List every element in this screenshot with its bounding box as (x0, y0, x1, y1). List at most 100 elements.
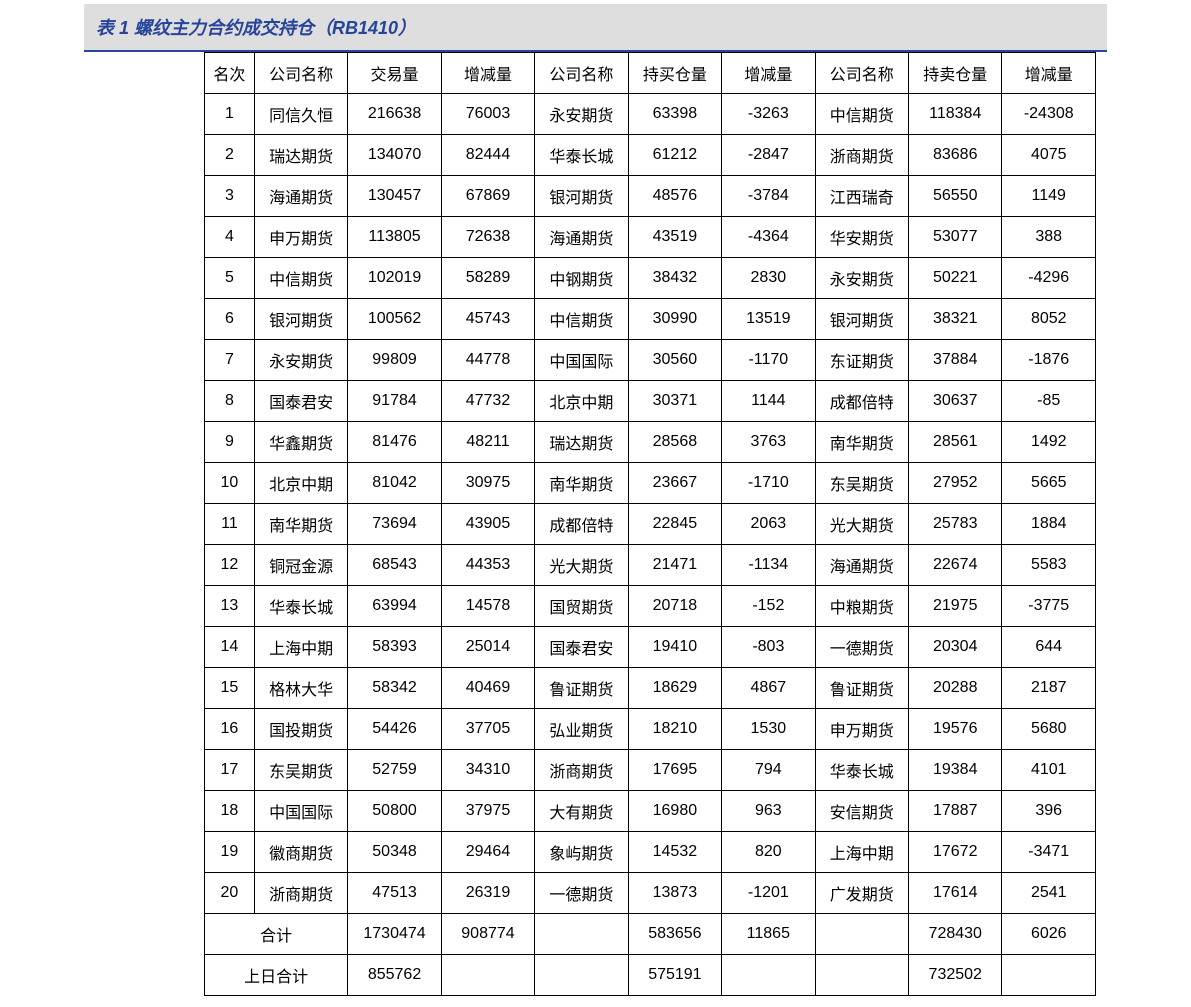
cell: 43519 (628, 217, 721, 258)
cell: 81476 (348, 422, 441, 463)
cell: 4867 (722, 668, 815, 709)
cell: 5665 (1002, 463, 1096, 504)
cell: 上海中期 (254, 627, 347, 668)
cell: 20718 (628, 586, 721, 627)
cell: 海通期货 (535, 217, 628, 258)
cell: 一德期货 (535, 873, 628, 914)
cell: 396 (1002, 791, 1096, 832)
cell: 8052 (1002, 299, 1096, 340)
cell: 17614 (909, 873, 1002, 914)
cell: 82444 (441, 135, 534, 176)
h-d2: 增减量 (722, 53, 815, 94)
cell: 8 (205, 381, 255, 422)
cell: 华泰长城 (535, 135, 628, 176)
cell: 东证期货 (815, 340, 908, 381)
cell: 银河期货 (254, 299, 347, 340)
cell: 南华期货 (815, 422, 908, 463)
cell: 100562 (348, 299, 441, 340)
cell: -3471 (1002, 832, 1096, 873)
table-row: 10北京中期8104230975南华期货23667-1710东吴期货279525… (205, 463, 1096, 504)
cell: 4075 (1002, 135, 1096, 176)
cell: 中信期货 (815, 94, 908, 135)
position-table: 名次 公司名称 交易量 增减量 公司名称 持买仓量 增减量 公司名称 持卖仓量 … (204, 52, 1096, 996)
cell: 同信久恒 (254, 94, 347, 135)
cell: 58393 (348, 627, 441, 668)
cell: 5680 (1002, 709, 1096, 750)
cell: 27952 (909, 463, 1002, 504)
cell: 弘业期货 (535, 709, 628, 750)
cell: 76003 (441, 94, 534, 135)
cell: 鲁证期货 (535, 668, 628, 709)
cell: 44778 (441, 340, 534, 381)
cell: 38321 (909, 299, 1002, 340)
total-d3: 6026 (1002, 914, 1096, 955)
prev-vol: 855762 (348, 955, 441, 996)
cell: 67869 (441, 176, 534, 217)
cell: 56550 (909, 176, 1002, 217)
cell: 鲁证期货 (815, 668, 908, 709)
cell: 永安期货 (535, 94, 628, 135)
cell: 5583 (1002, 545, 1096, 586)
cell: 37884 (909, 340, 1002, 381)
cell: 28561 (909, 422, 1002, 463)
cell: 东吴期货 (254, 750, 347, 791)
prev-row: 上日合计 855762 575191 732502 (205, 955, 1096, 996)
cell: -1710 (722, 463, 815, 504)
cell: 18 (205, 791, 255, 832)
cell: 118384 (909, 94, 1002, 135)
table-row: 12铜冠金源6854344353光大期货21471-1134海通期货226745… (205, 545, 1096, 586)
h-name2: 公司名称 (535, 53, 628, 94)
cell: 14578 (441, 586, 534, 627)
cell: 中信期货 (535, 299, 628, 340)
h-rank: 名次 (205, 53, 255, 94)
cell: 820 (722, 832, 815, 873)
cell: 中钢期货 (535, 258, 628, 299)
cell: -1134 (722, 545, 815, 586)
cell: 794 (722, 750, 815, 791)
cell: 永安期货 (815, 258, 908, 299)
cell: -3263 (722, 94, 815, 135)
h-name3: 公司名称 (815, 53, 908, 94)
table-row: 16国投期货5442637705弘业期货182101530申万期货1957656… (205, 709, 1096, 750)
cell: 53077 (909, 217, 1002, 258)
prev-sell: 732502 (909, 955, 1002, 996)
cell: 2 (205, 135, 255, 176)
total-label: 合计 (205, 914, 348, 955)
table-row: 6银河期货10056245743中信期货3099013519银河期货383218… (205, 299, 1096, 340)
cell: 44353 (441, 545, 534, 586)
table-container: 名次 公司名称 交易量 增减量 公司名称 持买仓量 增减量 公司名称 持卖仓量 … (204, 52, 1096, 996)
cell: 成都倍特 (535, 504, 628, 545)
cell: 中国国际 (254, 791, 347, 832)
cell: 83686 (909, 135, 1002, 176)
cell: 一德期货 (815, 627, 908, 668)
prev-buy: 575191 (628, 955, 721, 996)
total-d1: 908774 (441, 914, 534, 955)
cell: 61212 (628, 135, 721, 176)
cell: 18210 (628, 709, 721, 750)
cell: 21471 (628, 545, 721, 586)
total-sell: 728430 (909, 914, 1002, 955)
prev-n3 (815, 955, 908, 996)
cell: -3775 (1002, 586, 1096, 627)
cell: 19384 (909, 750, 1002, 791)
cell: 58342 (348, 668, 441, 709)
cell: 52759 (348, 750, 441, 791)
cell: 国投期货 (254, 709, 347, 750)
table-row: 3海通期货13045767869银河期货48576-3784江西瑞奇565501… (205, 176, 1096, 217)
cell: 光大期货 (815, 504, 908, 545)
cell: 中信期货 (254, 258, 347, 299)
total-vol: 1730474 (348, 914, 441, 955)
table-row: 13华泰长城6399414578国贸期货20718-152中粮期货21975-3… (205, 586, 1096, 627)
cell: 2187 (1002, 668, 1096, 709)
cell: 20 (205, 873, 255, 914)
cell: 54426 (348, 709, 441, 750)
cell: 50800 (348, 791, 441, 832)
cell: 16980 (628, 791, 721, 832)
cell: 91784 (348, 381, 441, 422)
cell: 华泰长城 (815, 750, 908, 791)
cell: -1201 (722, 873, 815, 914)
table-row: 8国泰君安9178447732北京中期303711144成都倍特30637-85 (205, 381, 1096, 422)
cell: 68543 (348, 545, 441, 586)
cell: -1876 (1002, 340, 1096, 381)
table-row: 14上海中期5839325014国泰君安19410-803一德期货2030464… (205, 627, 1096, 668)
